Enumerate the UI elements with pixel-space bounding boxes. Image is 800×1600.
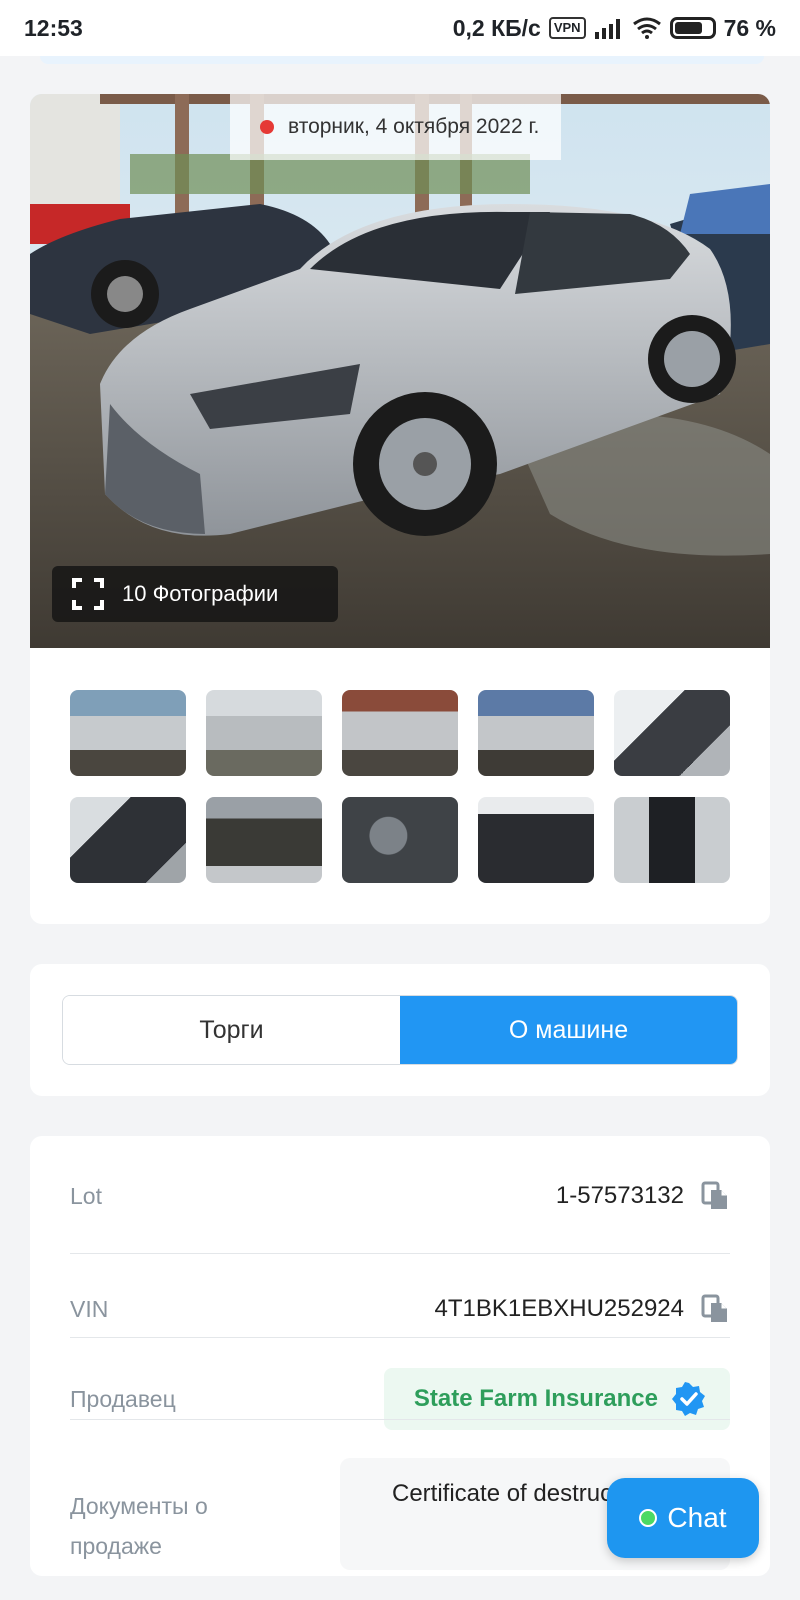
car-photo-illustration: [30, 94, 770, 648]
previous-card-edge: [40, 56, 764, 64]
chat-button[interactable]: Chat: [607, 1478, 759, 1558]
status-icons: 0,2 КБ/с VPN 76 %: [453, 15, 776, 42]
divider: [70, 1253, 730, 1254]
tab-auction[interactable]: Торги: [63, 996, 400, 1064]
lot-value-group: 1-57573132: [556, 1181, 730, 1211]
thumbnail-10[interactable]: [614, 797, 730, 883]
live-dot-icon: [260, 120, 274, 134]
auction-date: вторник, 4 октября 2022 г.: [288, 115, 540, 138]
vin-value: 4T1BK1EBXHU252924: [434, 1295, 685, 1322]
tab-about-car[interactable]: О машине: [400, 996, 737, 1064]
documents-label-line2: продаже: [70, 1533, 162, 1559]
copy-icon[interactable]: [700, 1294, 730, 1324]
signal-icon: [594, 19, 620, 39]
thumbnail-1[interactable]: [70, 690, 186, 776]
thumbnail-9[interactable]: [478, 797, 594, 883]
lot-row: Lot 1-57573132: [70, 1166, 730, 1226]
vin-value-group: 4T1BK1EBXHU252924: [435, 1294, 731, 1324]
fullscreen-icon: [72, 578, 104, 610]
main-car-photo[interactable]: вторник, 4 октября 2022 г. 10 Фотографии: [30, 94, 770, 648]
vpn-badge: VPN: [548, 17, 586, 39]
seller-label: Продавец: [70, 1385, 176, 1412]
divider: [70, 1337, 730, 1338]
verified-icon: [672, 1382, 705, 1416]
divider: [70, 1419, 730, 1420]
thumbnail-grid: [70, 690, 730, 883]
seller-name: State Farm Insurance: [413, 1385, 658, 1412]
documents-label-line1: Документы о: [70, 1493, 208, 1519]
wifi-icon: [632, 17, 661, 39]
status-bar: 12:53 0,2 КБ/с VPN 76 %: [0, 0, 800, 56]
photos-count-button[interactable]: 10 Фотографии: [52, 566, 338, 622]
segment-tabs: Торги О машине: [62, 995, 738, 1065]
photos-count-label: 10 Фотографии: [122, 581, 279, 606]
copy-icon[interactable]: [700, 1181, 730, 1211]
gallery-card: вторник, 4 октября 2022 г. 10 Фотографии: [30, 94, 770, 924]
thumbnail-4[interactable]: [478, 690, 594, 776]
thumbnail-8[interactable]: [342, 797, 458, 883]
thumbnail-6[interactable]: [70, 797, 186, 883]
battery-percent: 76 %: [723, 14, 776, 41]
online-status-dot: [639, 1509, 658, 1527]
documents-label: Документы о продаже: [70, 1486, 208, 1566]
clock: 12:53: [24, 14, 83, 41]
vin-label: VIN: [70, 1295, 109, 1322]
auction-date-badge: вторник, 4 октября 2022 г.: [230, 94, 562, 160]
tabs-card: Торги О машине: [30, 964, 770, 1096]
seller-badge[interactable]: State Farm Insurance: [383, 1368, 730, 1430]
seller-row: Продавец State Farm Insurance: [70, 1368, 730, 1430]
thumbnail-2[interactable]: [206, 690, 322, 776]
lot-label: Lot: [70, 1182, 102, 1209]
lot-value: 1-57573132: [555, 1182, 684, 1209]
thumbnail-3[interactable]: [342, 690, 458, 776]
battery-icon: [669, 17, 716, 39]
thumbnail-5[interactable]: [614, 690, 730, 776]
chat-label: Chat: [667, 1502, 727, 1533]
network-speed: 0,2 КБ/с: [452, 14, 541, 41]
vin-row: VIN 4T1BK1EBXHU252924: [70, 1279, 730, 1339]
thumbnail-7[interactable]: [206, 797, 322, 883]
